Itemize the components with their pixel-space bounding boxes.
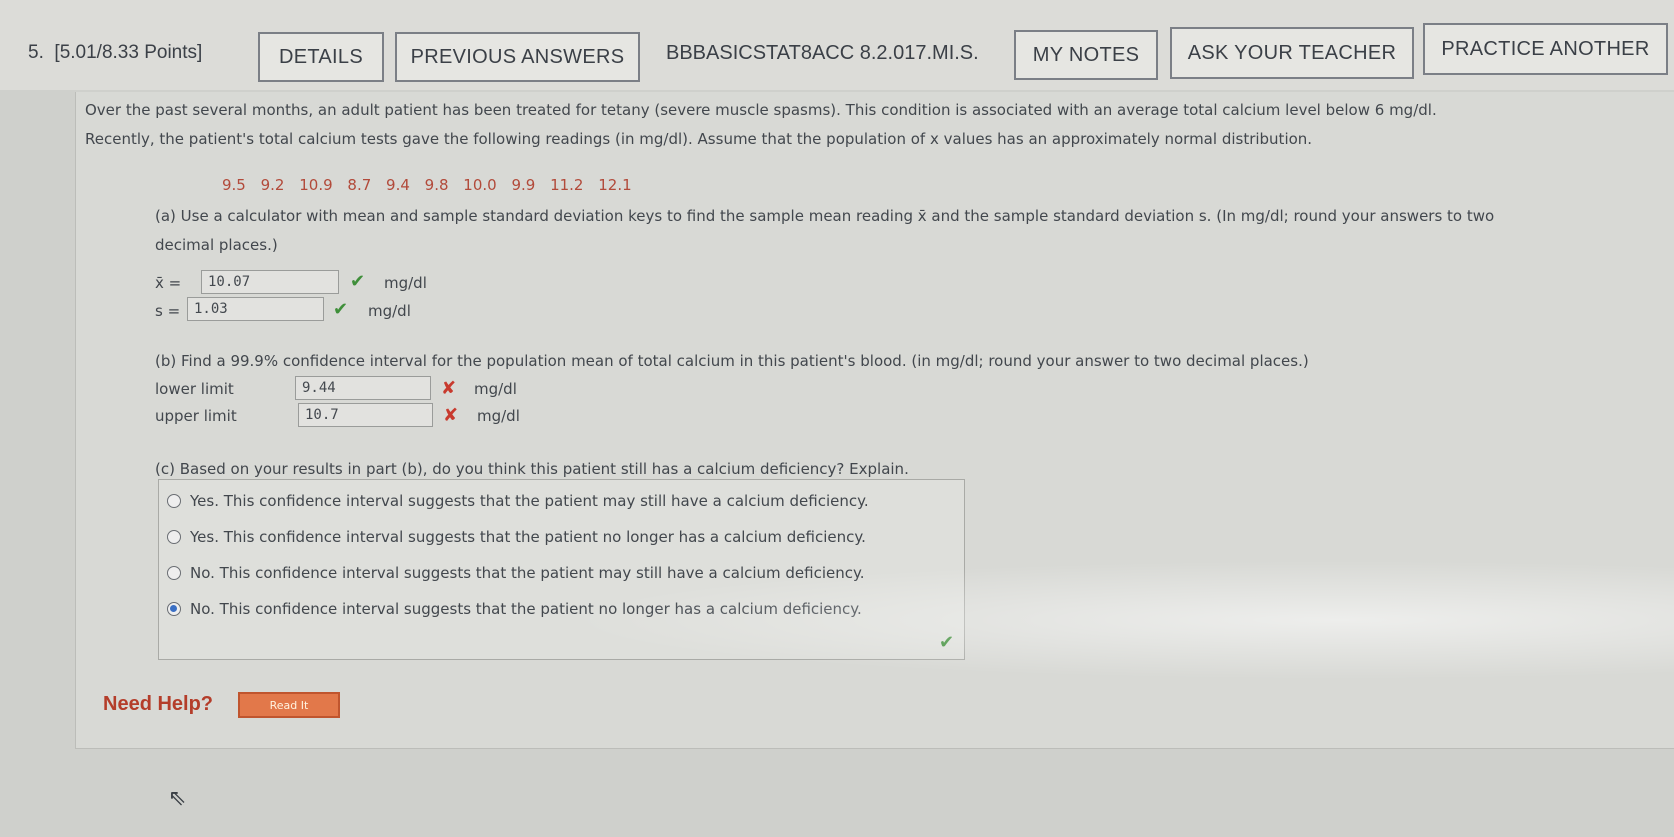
practice-another-button[interactable]: PRACTICE ANOTHER: [1423, 23, 1668, 75]
ask-your-teacher-button[interactable]: ASK YOUR TEACHER: [1170, 27, 1414, 79]
read-it-button[interactable]: Read It: [238, 692, 340, 718]
cross-icon: ✘: [441, 378, 457, 399]
xbar-input[interactable]: 10.07: [201, 270, 339, 294]
s-unit: mg/dl: [368, 302, 411, 320]
check-icon: ✔: [939, 632, 955, 653]
upper-limit-unit: mg/dl: [477, 407, 520, 425]
previous-answers-button[interactable]: PREVIOUS ANSWERS: [395, 32, 640, 82]
option-4[interactable]: No. This confidence interval suggests th…: [167, 600, 862, 618]
radio-button-selected[interactable]: [167, 602, 181, 616]
s-label: s =: [155, 302, 181, 320]
lower-limit-label: lower limit: [155, 380, 234, 398]
radio-button[interactable]: [167, 530, 181, 544]
part-c-question: (c) Based on your results in part (b), d…: [155, 460, 909, 478]
upper-limit-input[interactable]: 10.7: [298, 403, 433, 427]
details-button[interactable]: DETAILS: [258, 32, 384, 82]
radio-button[interactable]: [167, 494, 181, 508]
upper-limit-label: upper limit: [155, 407, 237, 425]
radio-button[interactable]: [167, 566, 181, 580]
question-number: 5. [5.01/8.33 Points]: [28, 42, 203, 63]
problem-text-line2: Recently, the patient's total calcium te…: [85, 130, 1313, 148]
part-b-question: (b) Find a 99.9% confidence interval for…: [155, 352, 1309, 370]
option-2[interactable]: Yes. This confidence interval suggests t…: [167, 528, 866, 546]
points-label: [5.01/8.33 Points]: [54, 42, 203, 63]
part-a-question-line2: decimal places.): [155, 236, 278, 254]
check-icon: ✔: [350, 271, 366, 292]
lower-limit-input[interactable]: 9.44: [295, 376, 431, 400]
cross-icon: ✘: [443, 405, 459, 426]
check-icon: ✔: [333, 299, 349, 320]
s-input[interactable]: 1.03: [187, 297, 324, 321]
problem-text-line1: Over the past several months, an adult p…: [85, 101, 1437, 119]
answer-options: Yes. This confidence interval suggests t…: [158, 479, 965, 660]
xbar-label: x̄ =: [155, 274, 182, 292]
option-3[interactable]: No. This confidence interval suggests th…: [167, 564, 865, 582]
need-help-label: Need Help?: [103, 693, 214, 715]
my-notes-button[interactable]: MY NOTES: [1014, 30, 1158, 80]
option-1[interactable]: Yes. This confidence interval suggests t…: [167, 492, 869, 510]
lower-limit-unit: mg/dl: [474, 380, 517, 398]
xbar-unit: mg/dl: [384, 274, 427, 292]
mouse-pointer-icon: ⇖: [168, 786, 187, 811]
part-a-question-line1: (a) Use a calculator with mean and sampl…: [155, 207, 1495, 225]
data-values: 9.5 9.2 10.9 8.7 9.4 9.8 10.0 9.9 11.2 1…: [222, 176, 632, 194]
question-header: 5. [5.01/8.33 Points] DETAILS PREVIOUS A…: [0, 0, 1674, 90]
assignment-code: BBBASICSTAT8ACC 8.2.017.MI.S.: [666, 42, 979, 64]
